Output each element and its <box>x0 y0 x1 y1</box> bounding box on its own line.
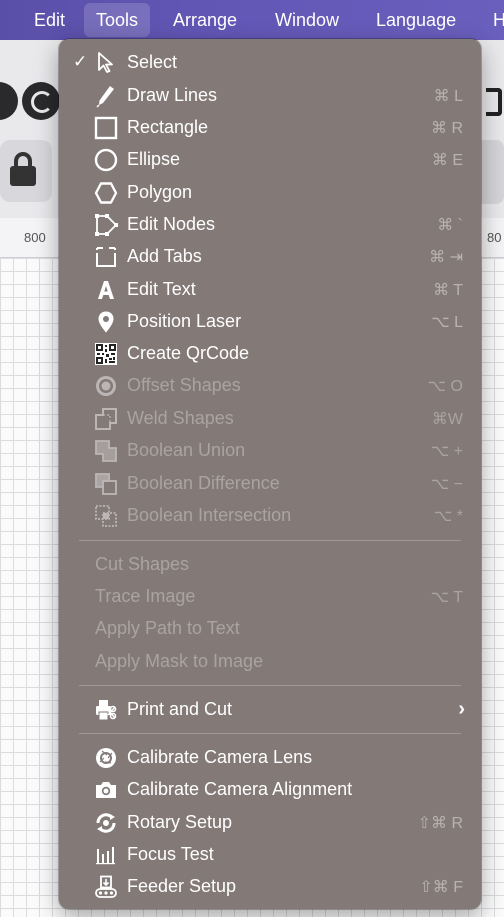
location-pin-icon <box>94 310 118 334</box>
menu-bar: Edit Tools Arrange Window Language H <box>0 0 504 40</box>
menu-item-rotary-setup[interactable]: Rotary Setup ⇧⌘ R <box>59 807 481 839</box>
boolean-difference-icon <box>94 472 118 496</box>
tools-menu: ✓ Select Draw Lines ⌘ L Rectangle ⌘ R El… <box>59 39 481 909</box>
checkmark-icon: ✓ <box>73 52 88 71</box>
menu-item-weld-shapes: Weld Shapes ⌘W <box>59 403 481 435</box>
menu-item-apply-mask-to-image: Apply Mask to Image <box>95 651 264 671</box>
lock-button[interactable] <box>0 140 52 202</box>
menu-item-edit-text[interactable]: Edit Text ⌘ T <box>59 274 481 306</box>
menu-item-offset-shapes: Offset Shapes ⌥ O <box>59 370 481 402</box>
menu-item-print-and-cut[interactable]: Print and Cut › <box>59 694 481 726</box>
rotary-icon <box>94 811 118 835</box>
menu-item-boolean-difference: Boolean Difference ⌥ − <box>59 468 481 500</box>
chevron-right-icon: › <box>458 698 465 720</box>
menu-item-feeder-setup[interactable]: Feeder Setup ⇧⌘ F <box>59 871 481 903</box>
cursor-arrow-icon <box>94 51 118 75</box>
menubar-language[interactable]: Language <box>364 0 468 40</box>
weld-shapes-icon <box>94 407 118 431</box>
menu-item-cut-shapes: Cut Shapes <box>95 554 190 574</box>
menu-item-trace-image: Trace Image ⌥ T <box>95 586 463 606</box>
menu-item-calibrate-camera-alignment[interactable]: Calibrate Camera Alignment <box>59 774 481 806</box>
menu-item-rectangle[interactable]: Rectangle ⌘ R <box>59 112 481 144</box>
menu-item-boolean-union: Boolean Union ⌥ + <box>59 435 481 467</box>
hexagon-icon <box>94 181 118 205</box>
camera-icon <box>94 778 118 802</box>
menu-item-add-tabs[interactable]: Add Tabs ⌘ ⇥ <box>59 241 481 273</box>
menubar-window[interactable]: Window <box>263 0 351 40</box>
redo-icon[interactable] <box>22 82 60 120</box>
frame-icon[interactable] <box>486 88 502 116</box>
menu-separator <box>79 540 461 541</box>
boolean-union-icon <box>94 439 118 463</box>
menubar-edit[interactable]: Edit <box>22 0 77 40</box>
menu-item-edit-nodes[interactable]: Edit Nodes ⌘ ` <box>59 209 481 241</box>
print-cut-icon <box>94 698 118 722</box>
menu-separator <box>79 733 461 734</box>
menu-item-position-laser[interactable]: Position Laser ⌥ L <box>59 306 481 338</box>
camera-lens-icon <box>94 746 118 770</box>
boolean-intersection-icon <box>94 504 118 528</box>
focus-bars-icon <box>94 843 118 867</box>
menubar-arrange[interactable]: Arrange <box>161 0 249 40</box>
menu-separator <box>79 685 461 686</box>
ruler-label-left: 800 <box>24 230 46 245</box>
ruler-label-right: 80 <box>487 230 502 245</box>
menu-item-apply-path-to-text: Apply Path to Text <box>95 618 240 638</box>
offset-shapes-icon <box>94 374 118 398</box>
menu-item-polygon[interactable]: Polygon <box>59 177 481 209</box>
rectangle-icon <box>94 116 118 140</box>
menu-item-select[interactable]: ✓ Select <box>59 47 481 79</box>
menu-item-ellipse[interactable]: Ellipse ⌘ E <box>59 144 481 176</box>
feeder-icon <box>94 875 118 899</box>
menu-item-calibrate-camera-lens[interactable]: Calibrate Camera Lens <box>59 742 481 774</box>
qr-code-icon <box>94 342 118 366</box>
menu-item-draw-lines[interactable]: Draw Lines ⌘ L <box>59 80 481 112</box>
add-tabs-icon <box>94 245 118 269</box>
pen-icon <box>94 84 118 108</box>
menu-item-boolean-intersection: Boolean Intersection ⌥ * <box>59 500 481 532</box>
menu-item-create-qrcode[interactable]: Create QrCode <box>59 338 481 370</box>
ellipse-icon <box>94 148 118 172</box>
text-a-icon <box>94 278 118 302</box>
menubar-help[interactable]: H <box>481 0 504 40</box>
menu-item-focus-test[interactable]: Focus Test <box>59 839 481 871</box>
menubar-tools[interactable]: Tools <box>84 3 151 37</box>
edit-nodes-icon <box>94 213 118 237</box>
